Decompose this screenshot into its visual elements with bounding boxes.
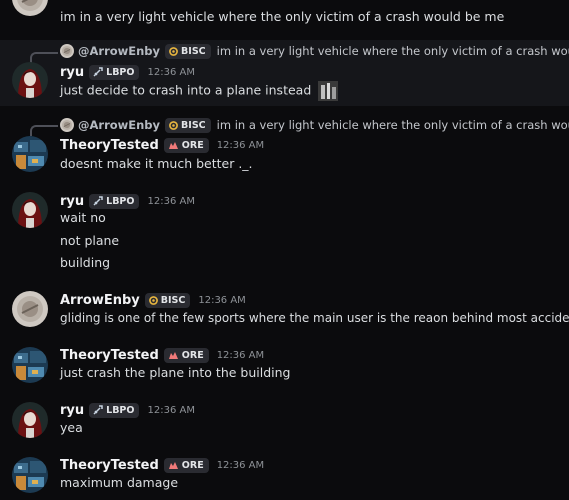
- bisc-icon: [169, 120, 178, 130]
- avatar[interactable]: [12, 347, 48, 383]
- avatar[interactable]: [12, 291, 48, 327]
- reply-connector: [30, 52, 58, 63]
- avatar[interactable]: [12, 0, 48, 16]
- reply-avatar: [60, 118, 74, 132]
- timestamp[interactable]: 12:36 AM: [147, 196, 194, 207]
- custom-emoji-image: [318, 81, 339, 101]
- message-header: TheoryTested ORE 12:36 AM: [60, 455, 264, 475]
- message-text: not plane: [60, 233, 120, 248]
- timestamp[interactable]: 12:36 AM: [147, 405, 194, 416]
- guild-tag: ORE: [163, 347, 209, 363]
- message-item: im in a very light vehicle where the onl…: [0, 0, 569, 34]
- ore-icon: [168, 351, 178, 359]
- message-header: ryu LBPO 12:36 AM: [60, 191, 195, 211]
- message-text: just crash the plane into the building: [60, 365, 291, 380]
- message-item: ryu LBPO 12:36 AM wait no not plane buil…: [0, 190, 569, 280]
- ore-icon: [168, 461, 178, 469]
- message-text: just decide to crash into a plane instea…: [60, 81, 339, 101]
- reply-text[interactable]: im in a very light vehicle where the onl…: [217, 44, 569, 58]
- avatar[interactable]: [12, 457, 48, 493]
- message-item: @ArrowEnby BISC im in a very light vehic…: [0, 114, 569, 180]
- message-header: TheoryTested ORE 12:36 AM: [60, 135, 264, 155]
- sword-icon: [93, 67, 103, 77]
- message-item: @ArrowEnby BISC im in a very light vehic…: [0, 40, 569, 106]
- username[interactable]: ryu: [60, 65, 84, 80]
- username[interactable]: ArrowEnby: [60, 293, 140, 308]
- guild-tag: ORE: [163, 457, 209, 473]
- message-text: gliding is one of the few sports where t…: [60, 311, 569, 325]
- message-item: TheoryTested ORE 12:36 AM maximum damage: [0, 454, 569, 500]
- username[interactable]: ryu: [60, 194, 84, 209]
- sword-icon: [93, 196, 103, 206]
- message-item: ArrowEnby BISC 12:36 AM gliding is one o…: [0, 288, 569, 334]
- guild-tag: BISC: [165, 117, 211, 133]
- reply-author[interactable]: @ArrowEnby: [78, 44, 160, 58]
- message-text: wait no: [60, 210, 106, 225]
- timestamp[interactable]: 12:36 AM: [198, 295, 245, 306]
- message-header: ryu LBPO 12:36 AM: [60, 62, 195, 82]
- message-text: maximum damage: [60, 475, 179, 490]
- guild-tag: ORE: [163, 137, 209, 153]
- guild-tag: BISC: [144, 292, 191, 308]
- avatar[interactable]: [12, 402, 48, 438]
- guild-tag: LBPO: [89, 402, 140, 418]
- sword-icon: [93, 405, 103, 415]
- reply-preview[interactable]: @ArrowEnby BISC im in a very light vehic…: [60, 117, 569, 133]
- reply-avatar: [60, 44, 74, 58]
- message-text: building: [60, 255, 111, 270]
- chat-messages: im in a very light vehicle where the onl…: [0, 0, 569, 500]
- message-text: doesnt make it much better ._.: [60, 156, 253, 171]
- reply-preview[interactable]: @ArrowEnby BISC im in a very light vehic…: [60, 43, 569, 59]
- avatar[interactable]: [12, 136, 48, 172]
- message-header: TheoryTested ORE 12:36 AM: [60, 345, 264, 365]
- guild-tag: LBPO: [89, 64, 140, 80]
- timestamp[interactable]: 12:36 AM: [217, 460, 264, 471]
- bisc-icon: [169, 46, 178, 56]
- username[interactable]: ryu: [60, 403, 84, 418]
- message-header: ryu LBPO 12:36 AM: [60, 400, 195, 420]
- message-item: ryu LBPO 12:36 AM yea: [0, 399, 569, 445]
- message-text: yea: [60, 420, 83, 435]
- message-text: im in a very light vehicle where the onl…: [60, 9, 505, 24]
- guild-tag: BISC: [165, 43, 211, 59]
- username[interactable]: TheoryTested: [60, 458, 159, 473]
- bisc-icon: [148, 295, 158, 305]
- guild-tag: LBPO: [89, 193, 140, 209]
- reply-author[interactable]: @ArrowEnby: [78, 118, 160, 132]
- message-item: TheoryTested ORE 12:36 AM just crash the…: [0, 344, 569, 390]
- reply-connector: [30, 125, 58, 136]
- avatar[interactable]: [12, 62, 48, 98]
- username[interactable]: TheoryTested: [60, 348, 159, 363]
- timestamp[interactable]: 12:36 AM: [217, 140, 264, 151]
- ore-icon: [168, 141, 178, 149]
- message-header: ArrowEnby BISC 12:36 AM: [60, 290, 246, 310]
- username[interactable]: TheoryTested: [60, 138, 159, 153]
- avatar[interactable]: [12, 192, 48, 228]
- reply-text[interactable]: im in a very light vehicle where the onl…: [217, 118, 569, 132]
- timestamp[interactable]: 12:36 AM: [217, 350, 264, 361]
- timestamp[interactable]: 12:36 AM: [147, 67, 194, 78]
